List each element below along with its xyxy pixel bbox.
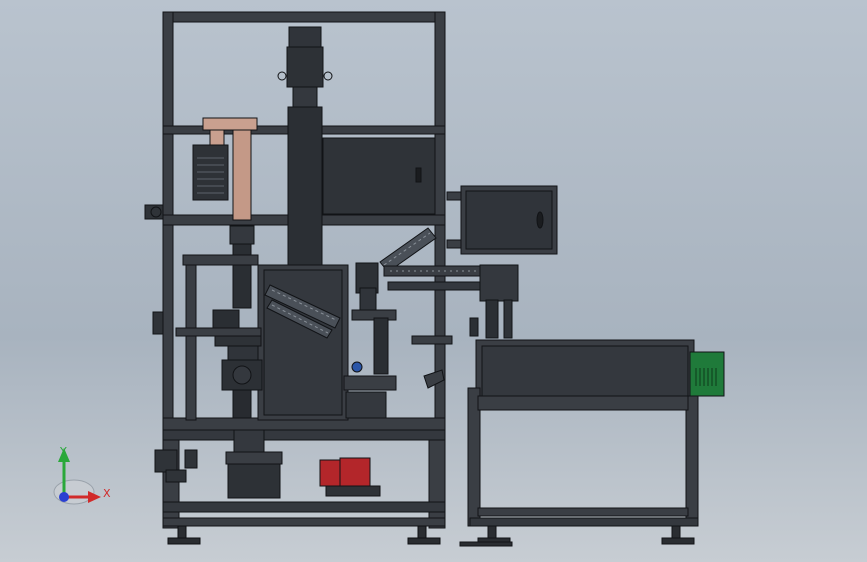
cad-viewport[interactable]: Y X — [0, 0, 867, 562]
control-panel-box — [446, 185, 558, 255]
y-axis-label: Y — [59, 445, 67, 458]
x-axis-label: X — [103, 487, 111, 500]
z-axis-dot — [59, 492, 69, 502]
